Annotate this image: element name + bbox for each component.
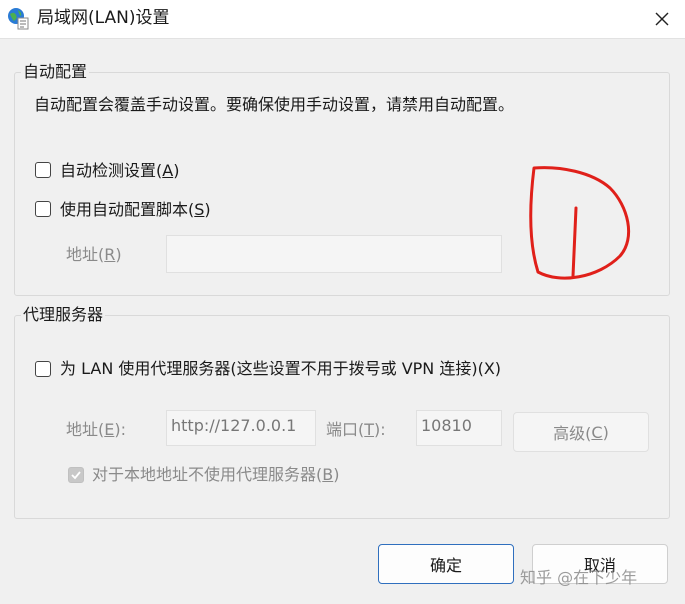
close-button[interactable] xyxy=(639,0,685,38)
checkmark-icon xyxy=(71,471,81,480)
proxy-port-input[interactable]: 10810 xyxy=(416,410,502,446)
proxy-address-input[interactable]: http://127.0.0.1 xyxy=(166,410,316,446)
use-proxy-checkbox[interactable] xyxy=(35,361,51,377)
ok-button[interactable]: 确定 xyxy=(378,544,514,584)
auto-config-legend: 自动配置 xyxy=(21,62,90,82)
auto-config-description: 自动配置会覆盖手动设置。要确保使用手动设置，请禁用自动配置。 xyxy=(34,95,515,114)
watermark: 知乎 @在下少年 xyxy=(520,568,638,587)
proxy-port-label: 端口(T): xyxy=(326,420,386,439)
proxy-address-label: 地址(E): xyxy=(66,420,126,439)
window-title: 局域网(LAN)设置 xyxy=(37,8,170,28)
proxy-legend: 代理服务器 xyxy=(21,305,106,325)
title-bar: 局域网(LAN)设置 xyxy=(0,0,685,39)
bypass-local-label[interactable]: 对于本地地址不使用代理服务器(B) xyxy=(92,464,339,486)
red-annotation-doodle xyxy=(529,166,631,280)
advanced-button[interactable]: 高级(C) xyxy=(513,412,649,452)
auto-detect-label[interactable]: 自动检测设置(A) xyxy=(60,160,179,182)
use-script-checkbox[interactable] xyxy=(35,201,51,217)
use-proxy-label[interactable]: 为 LAN 使用代理服务器(这些设置不用于拨号或 VPN 连接)(X) xyxy=(60,358,501,380)
globe-settings-icon xyxy=(6,6,30,30)
script-address-label: 地址(R) xyxy=(66,245,122,264)
auto-detect-checkbox[interactable] xyxy=(35,162,51,178)
close-icon xyxy=(655,12,669,26)
script-address-input[interactable] xyxy=(166,235,502,273)
bypass-local-checkbox[interactable] xyxy=(68,467,84,483)
use-script-label[interactable]: 使用自动配置脚本(S) xyxy=(60,199,211,221)
